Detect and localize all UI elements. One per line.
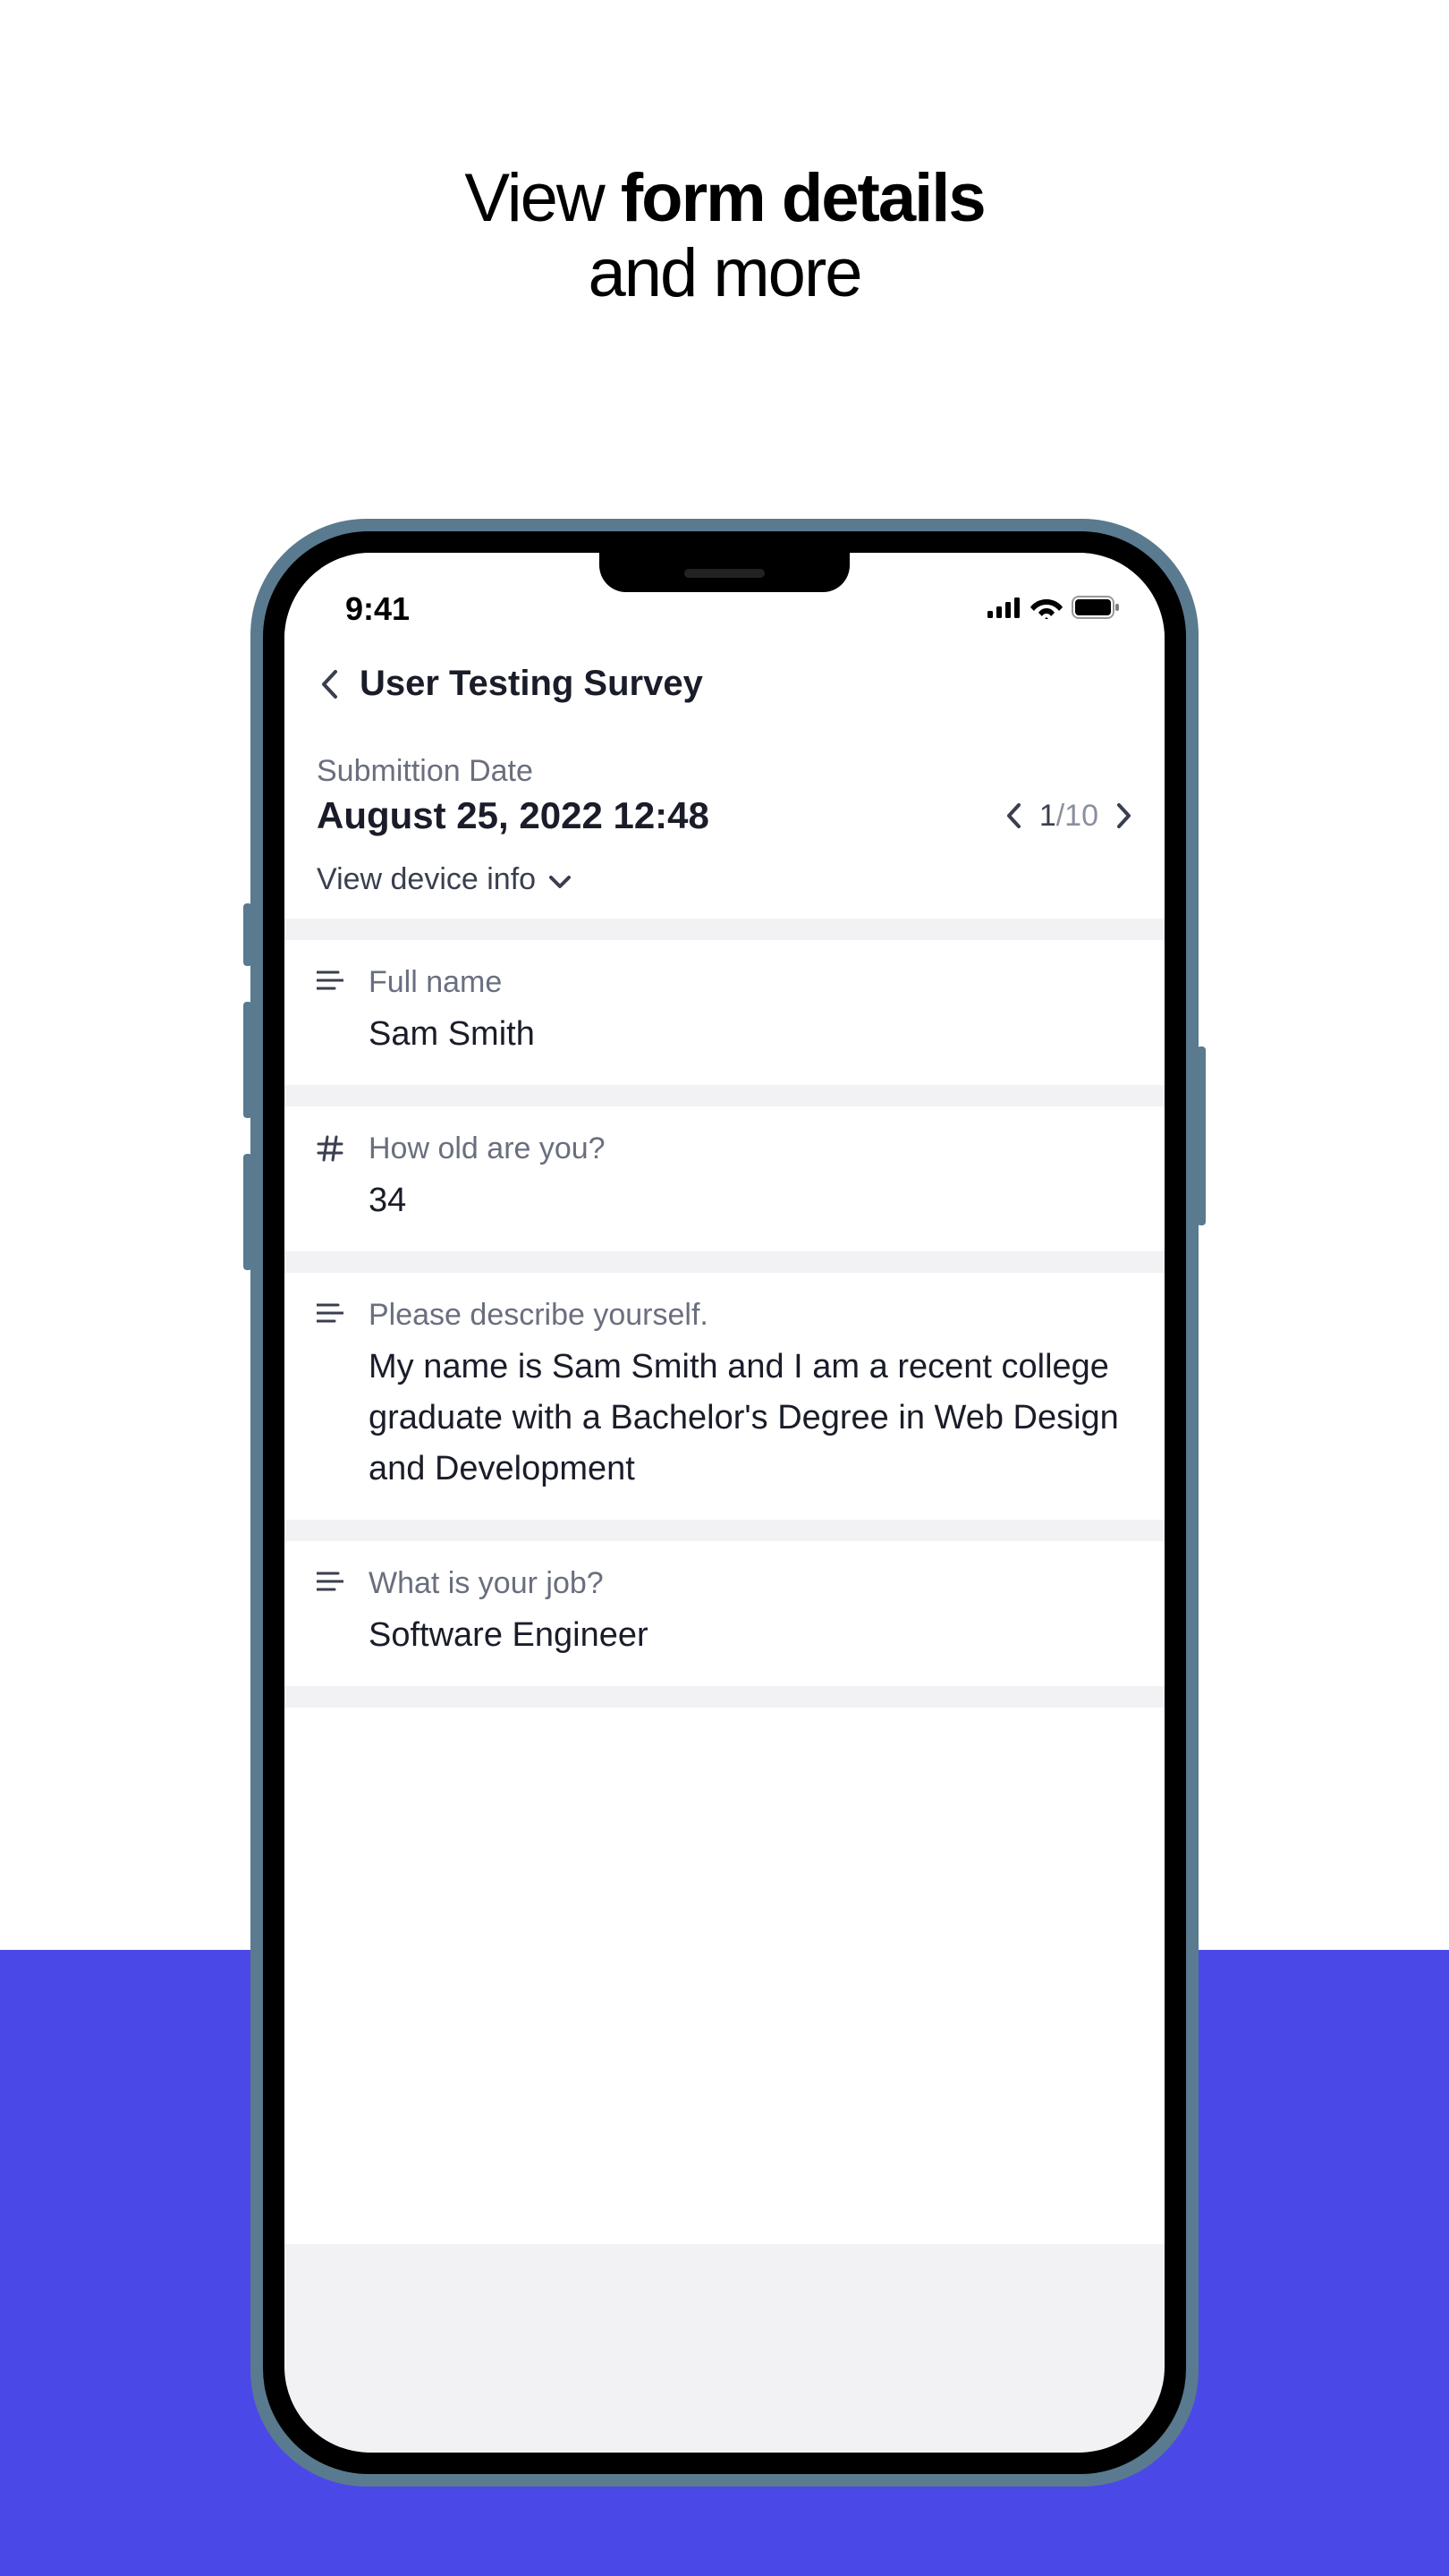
phone-side-button (243, 1002, 252, 1118)
field-value: My name is Sam Smith and I am a recent c… (369, 1342, 1132, 1495)
phone-frame: 9:41 User Testing S (250, 519, 1199, 2487)
view-device-info-toggle[interactable]: View device info (317, 862, 1132, 897)
text-field-icon (317, 1298, 343, 1495)
phone-side-button (1197, 1046, 1206, 1225)
status-time: 9:41 (345, 590, 410, 628)
field-value: Sam Smith (369, 1009, 1132, 1060)
field-card: How old are you? 34 (284, 1106, 1165, 1251)
pager-prev-button[interactable] (1005, 802, 1021, 829)
submission-date-value: August 25, 2022 12:48 (317, 794, 709, 837)
field-card: What is your job? Software Engineer (284, 1541, 1165, 1686)
battery-icon (1072, 596, 1120, 623)
pager-position: 1/10 (1039, 799, 1098, 834)
chevron-down-icon (548, 862, 572, 897)
text-field-icon (317, 965, 343, 1060)
device-info-label: View device info (317, 862, 536, 897)
pager-next-button[interactable] (1116, 802, 1132, 829)
number-field-icon (317, 1131, 343, 1226)
field-label: What is your job? (369, 1566, 1132, 1601)
field-value: 34 (369, 1175, 1132, 1226)
field-value: Software Engineer (369, 1610, 1132, 1661)
phone-side-button (243, 903, 252, 966)
submission-pager: 1/10 (1005, 799, 1132, 834)
text-field-icon (317, 1566, 343, 1661)
page-title: User Testing Survey (360, 664, 703, 704)
field-card: Please describe yourself. My name is Sam… (284, 1273, 1165, 1520)
empty-space (284, 1707, 1165, 2244)
field-label: Full name (369, 965, 1132, 1000)
marketing-headline: View form details and more (0, 0, 1449, 310)
submission-date-label: Submittion Date (317, 754, 1132, 789)
wifi-icon (1030, 596, 1063, 623)
back-button[interactable] (317, 669, 342, 699)
phone-notch (599, 553, 850, 592)
field-label: Please describe yourself. (369, 1298, 1132, 1333)
submission-meta: Submittion Date August 25, 2022 12:48 1/… (284, 729, 1165, 919)
cellular-signal-icon (987, 597, 1021, 623)
phone-side-button (243, 1154, 252, 1270)
field-label: How old are you? (369, 1131, 1132, 1166)
field-card: Full name Sam Smith (284, 940, 1165, 1085)
navigation-bar: User Testing Survey (284, 642, 1165, 729)
status-icons (987, 596, 1120, 623)
